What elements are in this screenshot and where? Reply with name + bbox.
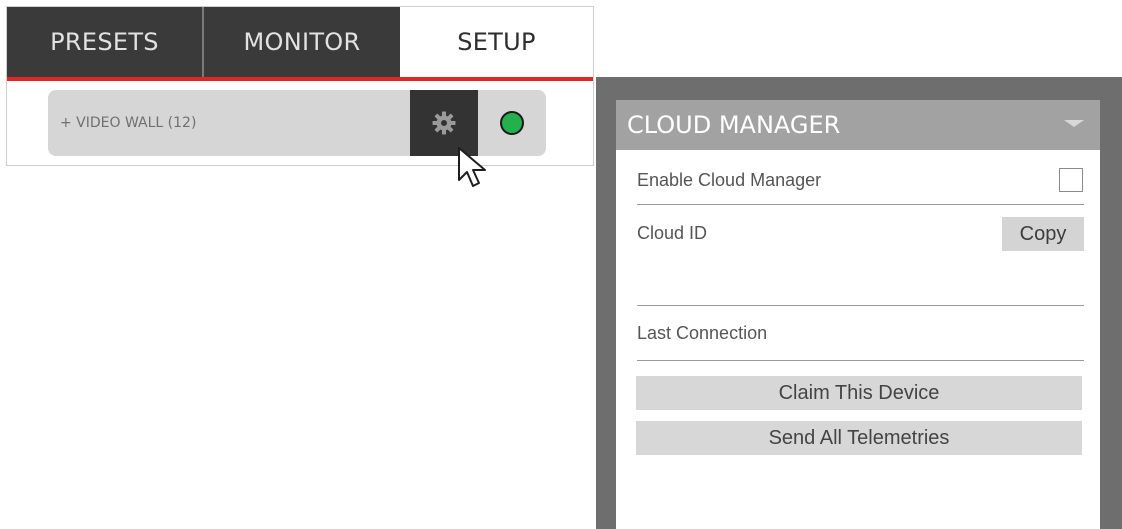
- gear-icon: [432, 111, 456, 135]
- mouse-cursor-icon: [458, 147, 486, 187]
- cloud-id-underline: [637, 305, 1084, 306]
- last-connection-label: Last Connection: [637, 323, 768, 343]
- panel-title: CLOUD MANAGER: [627, 111, 841, 139]
- chevron-down-icon[interactable]: [1064, 120, 1084, 127]
- active-tab-underline: [7, 77, 593, 81]
- status-indicator: [500, 111, 524, 135]
- device-label: + VIDEO WALL (12): [60, 115, 197, 131]
- copy-button[interactable]: Copy: [1002, 217, 1084, 251]
- tab-setup[interactable]: SETUP: [400, 7, 593, 77]
- send-telemetries-button[interactable]: Send All Telemetries: [636, 421, 1082, 455]
- divider: [637, 204, 1084, 205]
- cloud-id-label: Cloud ID: [637, 223, 708, 243]
- enable-cloud-manager-checkbox[interactable]: [1059, 168, 1083, 192]
- tab-bar: PRESETS MONITOR SETUP: [7, 7, 593, 77]
- tab-presets[interactable]: PRESETS: [7, 7, 204, 77]
- cloud-manager-panel: CLOUD MANAGER Enable Cloud Manager Cloud…: [616, 100, 1100, 529]
- claim-device-button[interactable]: Claim This Device: [636, 376, 1082, 410]
- tab-monitor[interactable]: MONITOR: [204, 7, 400, 77]
- navigation-widget: PRESETS MONITOR SETUP + VIDEO WALL (12): [6, 6, 594, 166]
- enable-cloud-manager-label: Enable Cloud Manager: [637, 170, 822, 190]
- cloud-manager-header[interactable]: CLOUD MANAGER: [616, 100, 1100, 150]
- cloud-manager-frame: CLOUD MANAGER Enable Cloud Manager Cloud…: [596, 77, 1122, 529]
- divider: [637, 360, 1084, 361]
